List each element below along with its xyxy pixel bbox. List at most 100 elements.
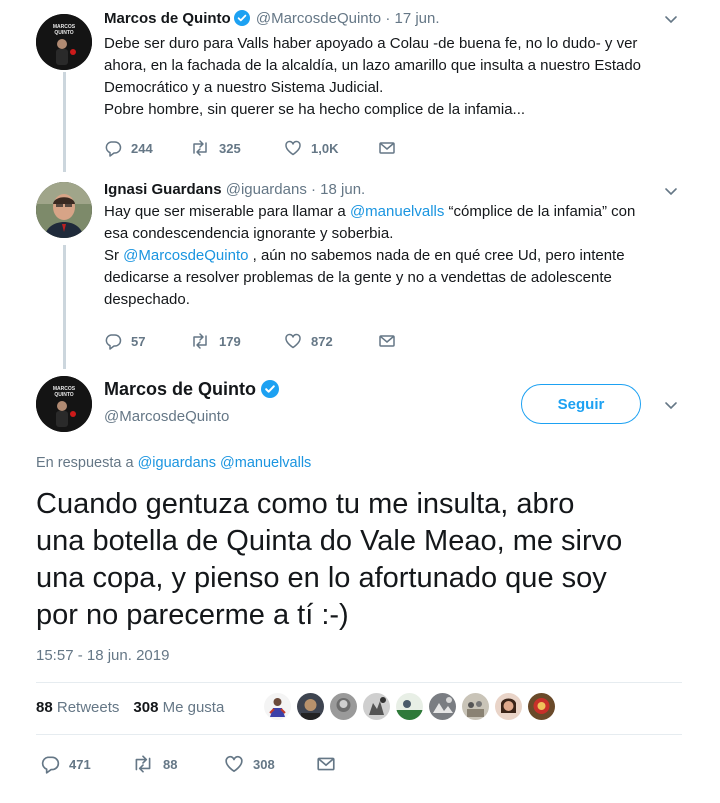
reply-count: 244 [131, 140, 153, 156]
engagement-stats: 88 Retweets 308 Me gusta [36, 699, 224, 716]
tweet-date[interactable]: · 18 jun. [311, 181, 365, 198]
like-count: 308 [253, 756, 275, 772]
author-name[interactable]: Marcos de Quinto [104, 379, 256, 399]
text-segment: Sr [104, 247, 124, 264]
chevron-down-icon[interactable] [664, 14, 678, 24]
dm-action[interactable] [378, 140, 396, 156]
likes-stat-count: 308 [133, 699, 159, 716]
liker-avatar[interactable] [363, 693, 390, 720]
liker-avatar[interactable] [429, 693, 456, 720]
tweet-1-actions: 244 325 1,0K [104, 139, 396, 157]
heart-icon [285, 140, 301, 156]
envelope-icon [317, 757, 335, 771]
tweet-line: Debe ser duro para Valls haber apoyado a… [104, 35, 638, 52]
reply-icon [105, 141, 122, 157]
tweet-line: despechado. [104, 291, 190, 308]
avatar-ignasi[interactable] [36, 182, 92, 238]
tweet-2[interactable]: Ignasi Guardans @iguardans · 18 jun. Hay… [104, 180, 692, 311]
reply-prefix: En respuesta a [36, 455, 134, 471]
chevron-down-icon[interactable] [664, 186, 678, 196]
retweet-action[interactable]: 88 [132, 754, 224, 774]
like-count: 1,0K [311, 140, 339, 156]
reply-context: En respuesta a @iguardans @manuelvalls [36, 455, 311, 471]
reply-action[interactable]: 244 [104, 139, 190, 157]
liker-avatar[interactable] [495, 693, 522, 720]
tweet-line: Hay que ser miserable para llamar a @man… [104, 201, 692, 223]
tweet-1[interactable]: Marcos de Quinto @MarcosdeQuinto · 17 ju… [104, 9, 692, 121]
likes-stat-label: Me gusta [162, 699, 225, 716]
retweet-count: 179 [219, 333, 241, 349]
text-segment: “cómplice de la infamia” con [444, 203, 636, 220]
retweet-icon [193, 140, 207, 156]
avatar-marcos-1[interactable]: MARCOS QUINTO [36, 14, 92, 70]
likes-stat[interactable]: 308 Me gusta [133, 699, 224, 716]
tweet-date[interactable]: · 17 jun. [385, 10, 439, 27]
text-segment: , aún no sabemos nada de en qué cree Ud,… [248, 247, 625, 264]
mention-marcosdequinto[interactable]: @MarcosdeQuinto [123, 247, 248, 264]
chevron-down-icon[interactable] [664, 400, 678, 410]
retweet-count: 88 [163, 756, 178, 772]
mention-iguardans[interactable]: @iguardans [138, 455, 216, 471]
dm-action[interactable] [316, 755, 336, 773]
tweet-text: Hay que ser miserable para llamar a @man… [104, 201, 692, 311]
tweet-line: ahora, en la fachada de la alcaldía, un … [104, 57, 642, 74]
author-handle[interactable]: @iguardans [226, 181, 307, 198]
retweet-icon [193, 333, 207, 349]
tweet-text: Debe ser duro para Valls haber apoyado a… [104, 33, 692, 121]
tweet-line: Pobre hombre, sin querer se ha hecho com… [104, 101, 526, 118]
retweets-stat-count: 88 [36, 699, 53, 716]
main-tweet-actions: 471 88 308 [40, 754, 336, 774]
dm-action[interactable] [378, 333, 396, 349]
like-count: 872 [311, 333, 333, 349]
mention-manuelvalls[interactable]: @manuelvalls [350, 203, 444, 220]
retweet-count: 325 [219, 140, 241, 156]
reply-action[interactable]: 471 [40, 754, 132, 774]
like-action[interactable]: 308 [224, 754, 316, 774]
reply-count: 471 [69, 756, 91, 772]
tweet-line: esa condescendencia ignorante y soberbia… [104, 225, 394, 242]
thread-line-top [63, 72, 66, 172]
liker-avatar[interactable] [264, 693, 291, 720]
main-tweet-text: Cuando gentuza como tu me insulta, abro … [36, 488, 623, 631]
liker-avatar[interactable] [528, 693, 555, 720]
liker-avatar[interactable] [462, 693, 489, 720]
svg-text:QUINTO: QUINTO [54, 30, 73, 36]
retweet-icon [135, 755, 151, 773]
author-handle[interactable]: @MarcosdeQuinto [256, 10, 381, 27]
heart-icon [225, 755, 243, 773]
retweets-stat[interactable]: 88 Retweets [36, 699, 119, 716]
text-segment: Hay que ser miserable para llamar a [104, 203, 350, 220]
heart-icon [285, 333, 301, 349]
tweet-line: Democrático y a nuestro Sistema Judicial… [104, 79, 384, 96]
mention-manuelvalls[interactable]: @manuelvalls [220, 455, 311, 471]
retweet-action[interactable]: 179 [190, 332, 284, 350]
liker-avatar[interactable] [297, 693, 324, 720]
liker-avatar[interactable] [330, 693, 357, 720]
reply-count: 57 [131, 333, 146, 349]
thread-line-bottom [63, 245, 66, 369]
envelope-icon [379, 142, 395, 154]
reply-icon [105, 334, 122, 350]
author-name[interactable]: Ignasi Guardans [104, 181, 222, 198]
main-author-name[interactable]: Marcos de Quinto [104, 379, 280, 403]
likers-avatars [264, 693, 555, 720]
verified-icon [261, 380, 280, 403]
tweet-timestamp[interactable]: 15:57 - 18 jun. 2019 [36, 647, 169, 664]
follow-button[interactable]: Seguir [521, 384, 641, 424]
tweet-line: dedicarse a resolver problemas de la gen… [104, 269, 612, 286]
like-action[interactable]: 872 [284, 332, 378, 350]
svg-text:QUINTO: QUINTO [54, 392, 73, 398]
tweet-line: Sr @MarcosdeQuinto , aún no sabemos nada… [104, 245, 692, 267]
avatar-marcos-main[interactable]: MARCOS QUINTO [36, 376, 92, 432]
verified-icon [233, 10, 250, 32]
reply-action[interactable]: 57 [104, 332, 190, 350]
divider [36, 682, 682, 683]
author-name[interactable]: Marcos de Quinto [104, 10, 231, 27]
main-author-handle[interactable]: @MarcosdeQuinto [104, 408, 229, 425]
liker-avatar[interactable] [396, 693, 423, 720]
like-action[interactable]: 1,0K [284, 139, 378, 157]
envelope-icon [379, 335, 395, 347]
retweet-action[interactable]: 325 [190, 139, 284, 157]
tweet-2-actions: 57 179 872 [104, 332, 396, 350]
reply-icon [41, 756, 60, 774]
